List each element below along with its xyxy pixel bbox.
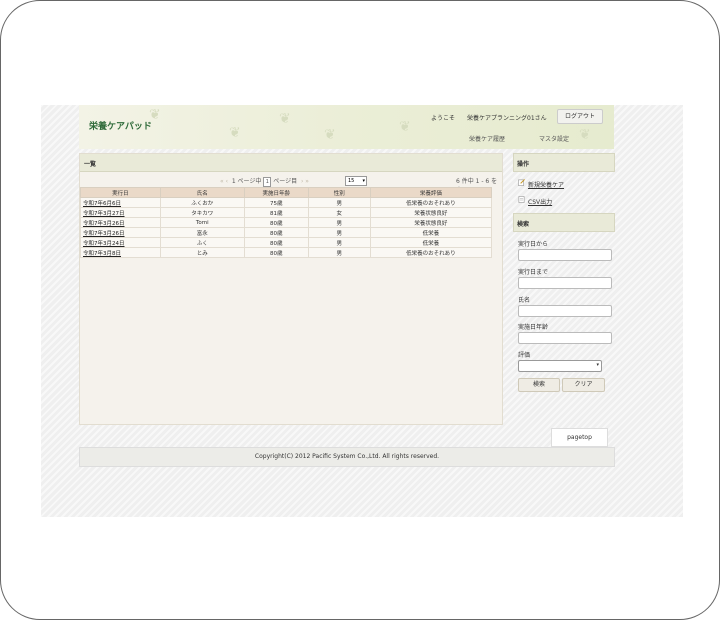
age-input[interactable]	[518, 332, 612, 344]
cell-age: 80歳	[243, 217, 309, 228]
cell-eval: 栄養状態良好	[369, 207, 493, 218]
last-page-icon[interactable]: › »	[299, 178, 309, 185]
table-row: 令和7年3月8日 とみ 80歳 男 低栄養のおそれあり	[80, 247, 493, 258]
cell-eval: 低栄養のおそれあり	[369, 197, 493, 208]
per-page-value: 15	[348, 178, 355, 184]
table-header-row: 実行日 氏名 実施日年齢 性別 栄養評価	[80, 187, 493, 198]
app-screen: ❦ ❦ ❦ ❦ ❦ ❦ 栄養ケアパッド ようこそ 栄養ケアプランニング01さん …	[41, 105, 683, 517]
cell-name: とみ	[159, 247, 245, 258]
welcome-text: ようこそ	[431, 115, 456, 122]
user-name: 栄養ケアプランニング01さん	[467, 115, 547, 122]
pager-suffix: ページ目	[273, 178, 298, 185]
cell-eval: 低栄養	[369, 227, 493, 238]
leaf-decoration: ❦	[579, 127, 591, 143]
list-panel: 一覧 « ‹ 1 ページ中 1 ページ目 › » 15 ▾ 6 件中 1 - 6…	[79, 153, 503, 425]
edit-icon	[518, 179, 525, 186]
leaf-decoration: ❦	[229, 125, 241, 141]
new-care-link[interactable]: 新規栄養ケア	[528, 180, 564, 189]
clear-button[interactable]: クリア	[562, 378, 605, 392]
date-to-label: 実行日まで	[518, 269, 549, 276]
cell-name: ふく	[159, 237, 245, 248]
date-link[interactable]: 令和7年3月27日	[80, 207, 161, 218]
pager: « ‹ 1 ページ中 1 ページ目 › »	[220, 176, 309, 187]
date-from-input[interactable]	[518, 249, 612, 261]
cell-sex: 男	[307, 197, 371, 208]
pagetop-button[interactable]: pagetop	[551, 428, 608, 447]
cell-age: 81歳	[243, 207, 309, 218]
table-row: 令和7年3月27日 タキカワ 81歳 女 栄養状態良好	[80, 207, 493, 218]
logout-button[interactable]: ログアウト	[557, 109, 603, 124]
pager-total-text: 1 ページ中	[231, 178, 262, 185]
nav-care-history[interactable]: 栄養ケア履歴	[469, 134, 505, 143]
column-header[interactable]: 実施日年齢	[243, 187, 309, 198]
table-row: 令和7年3月26日 富永 80歳 男 低栄養	[80, 227, 493, 238]
cell-sex: 男	[307, 237, 371, 248]
name-label: 氏名	[518, 297, 531, 304]
cell-sex: 男	[307, 247, 371, 258]
footer-copyright: Copyright(C) 2012 Pacific System Co.,Ltd…	[79, 447, 615, 467]
table-row: 令和7年3月24日 ふく 80歳 男 低栄養	[80, 237, 493, 248]
app-logo[interactable]: 栄養ケアパッド	[89, 119, 152, 132]
column-header[interactable]: 実行日	[80, 187, 161, 198]
cell-sex: 女	[307, 207, 371, 218]
per-page-select[interactable]: 15 ▾	[345, 176, 367, 186]
search-panel-header: 検索	[513, 213, 615, 232]
cell-age: 80歳	[243, 237, 309, 248]
column-header[interactable]: 氏名	[159, 187, 245, 198]
cell-name: 富永	[159, 227, 245, 238]
table-row: 令和7年3月26日 Tomi 80歳 男 栄養状態良好	[80, 217, 493, 228]
column-header[interactable]: 性別	[307, 187, 371, 198]
date-to-input[interactable]	[518, 277, 612, 289]
date-link[interactable]: 令和7年3月8日	[80, 247, 161, 258]
cell-name: Tomi	[159, 217, 245, 228]
list-title-bar: 一覧	[80, 154, 502, 172]
chevron-down-icon: ▾	[362, 178, 365, 184]
date-from-label: 実行日から	[518, 241, 549, 248]
cell-eval: 低栄養のおそれあり	[369, 247, 493, 258]
date-link[interactable]: 令和7年3月24日	[80, 237, 161, 248]
column-header[interactable]: 栄養評価	[369, 187, 493, 198]
leaf-decoration: ❦	[279, 111, 291, 127]
document-icon	[518, 196, 525, 203]
app-header: ❦ ❦ ❦ ❦ ❦ ❦ 栄養ケアパッド ようこそ 栄養ケアプランニング01さん …	[79, 105, 614, 149]
table-row: 令和7年6月6日 ふくおか 75歳 男 低栄養のおそれあり	[80, 197, 493, 208]
eval-select[interactable]: ▾	[518, 360, 602, 372]
results-table: 実行日 氏名 実施日年齢 性別 栄養評価 令和7年6月6日 ふくおか 75歳 男…	[80, 187, 493, 258]
operations-panel-header: 操作	[513, 153, 615, 172]
name-input[interactable]	[518, 305, 612, 317]
device-frame: ❦ ❦ ❦ ❦ ❦ ❦ 栄養ケアパッド ようこそ 栄養ケアプランニング01さん …	[0, 0, 720, 620]
cell-sex: 男	[307, 217, 371, 228]
cell-name: ふくおか	[159, 197, 245, 208]
cell-age: 80歳	[243, 227, 309, 238]
age-label: 実施日年齢	[518, 324, 549, 331]
eval-label: 評価	[518, 352, 531, 359]
nav-master-settings[interactable]: マスタ設定	[539, 134, 569, 143]
cell-eval: 低栄養	[369, 237, 493, 248]
search-button[interactable]: 検索	[518, 378, 560, 392]
cell-sex: 男	[307, 227, 371, 238]
cell-age: 75歳	[243, 197, 309, 208]
csv-export-link[interactable]: CSV出力	[528, 197, 552, 206]
date-link[interactable]: 令和7年6月6日	[80, 197, 161, 208]
date-link[interactable]: 令和7年3月26日	[80, 227, 161, 238]
cell-age: 80歳	[243, 247, 309, 258]
cell-name: タキカワ	[159, 207, 245, 218]
leaf-decoration: ❦	[324, 127, 336, 143]
operations-title: 操作	[517, 161, 530, 168]
cell-eval: 栄養状態良好	[369, 217, 493, 228]
page-input[interactable]: 1	[263, 176, 272, 187]
search-title: 検索	[517, 221, 530, 228]
date-link[interactable]: 令和7年3月26日	[80, 217, 161, 228]
first-page-icon[interactable]: « ‹	[220, 178, 230, 185]
leaf-decoration: ❦	[399, 119, 411, 135]
list-title: 一覧	[84, 161, 97, 168]
chevron-down-icon: ▾	[596, 362, 599, 368]
